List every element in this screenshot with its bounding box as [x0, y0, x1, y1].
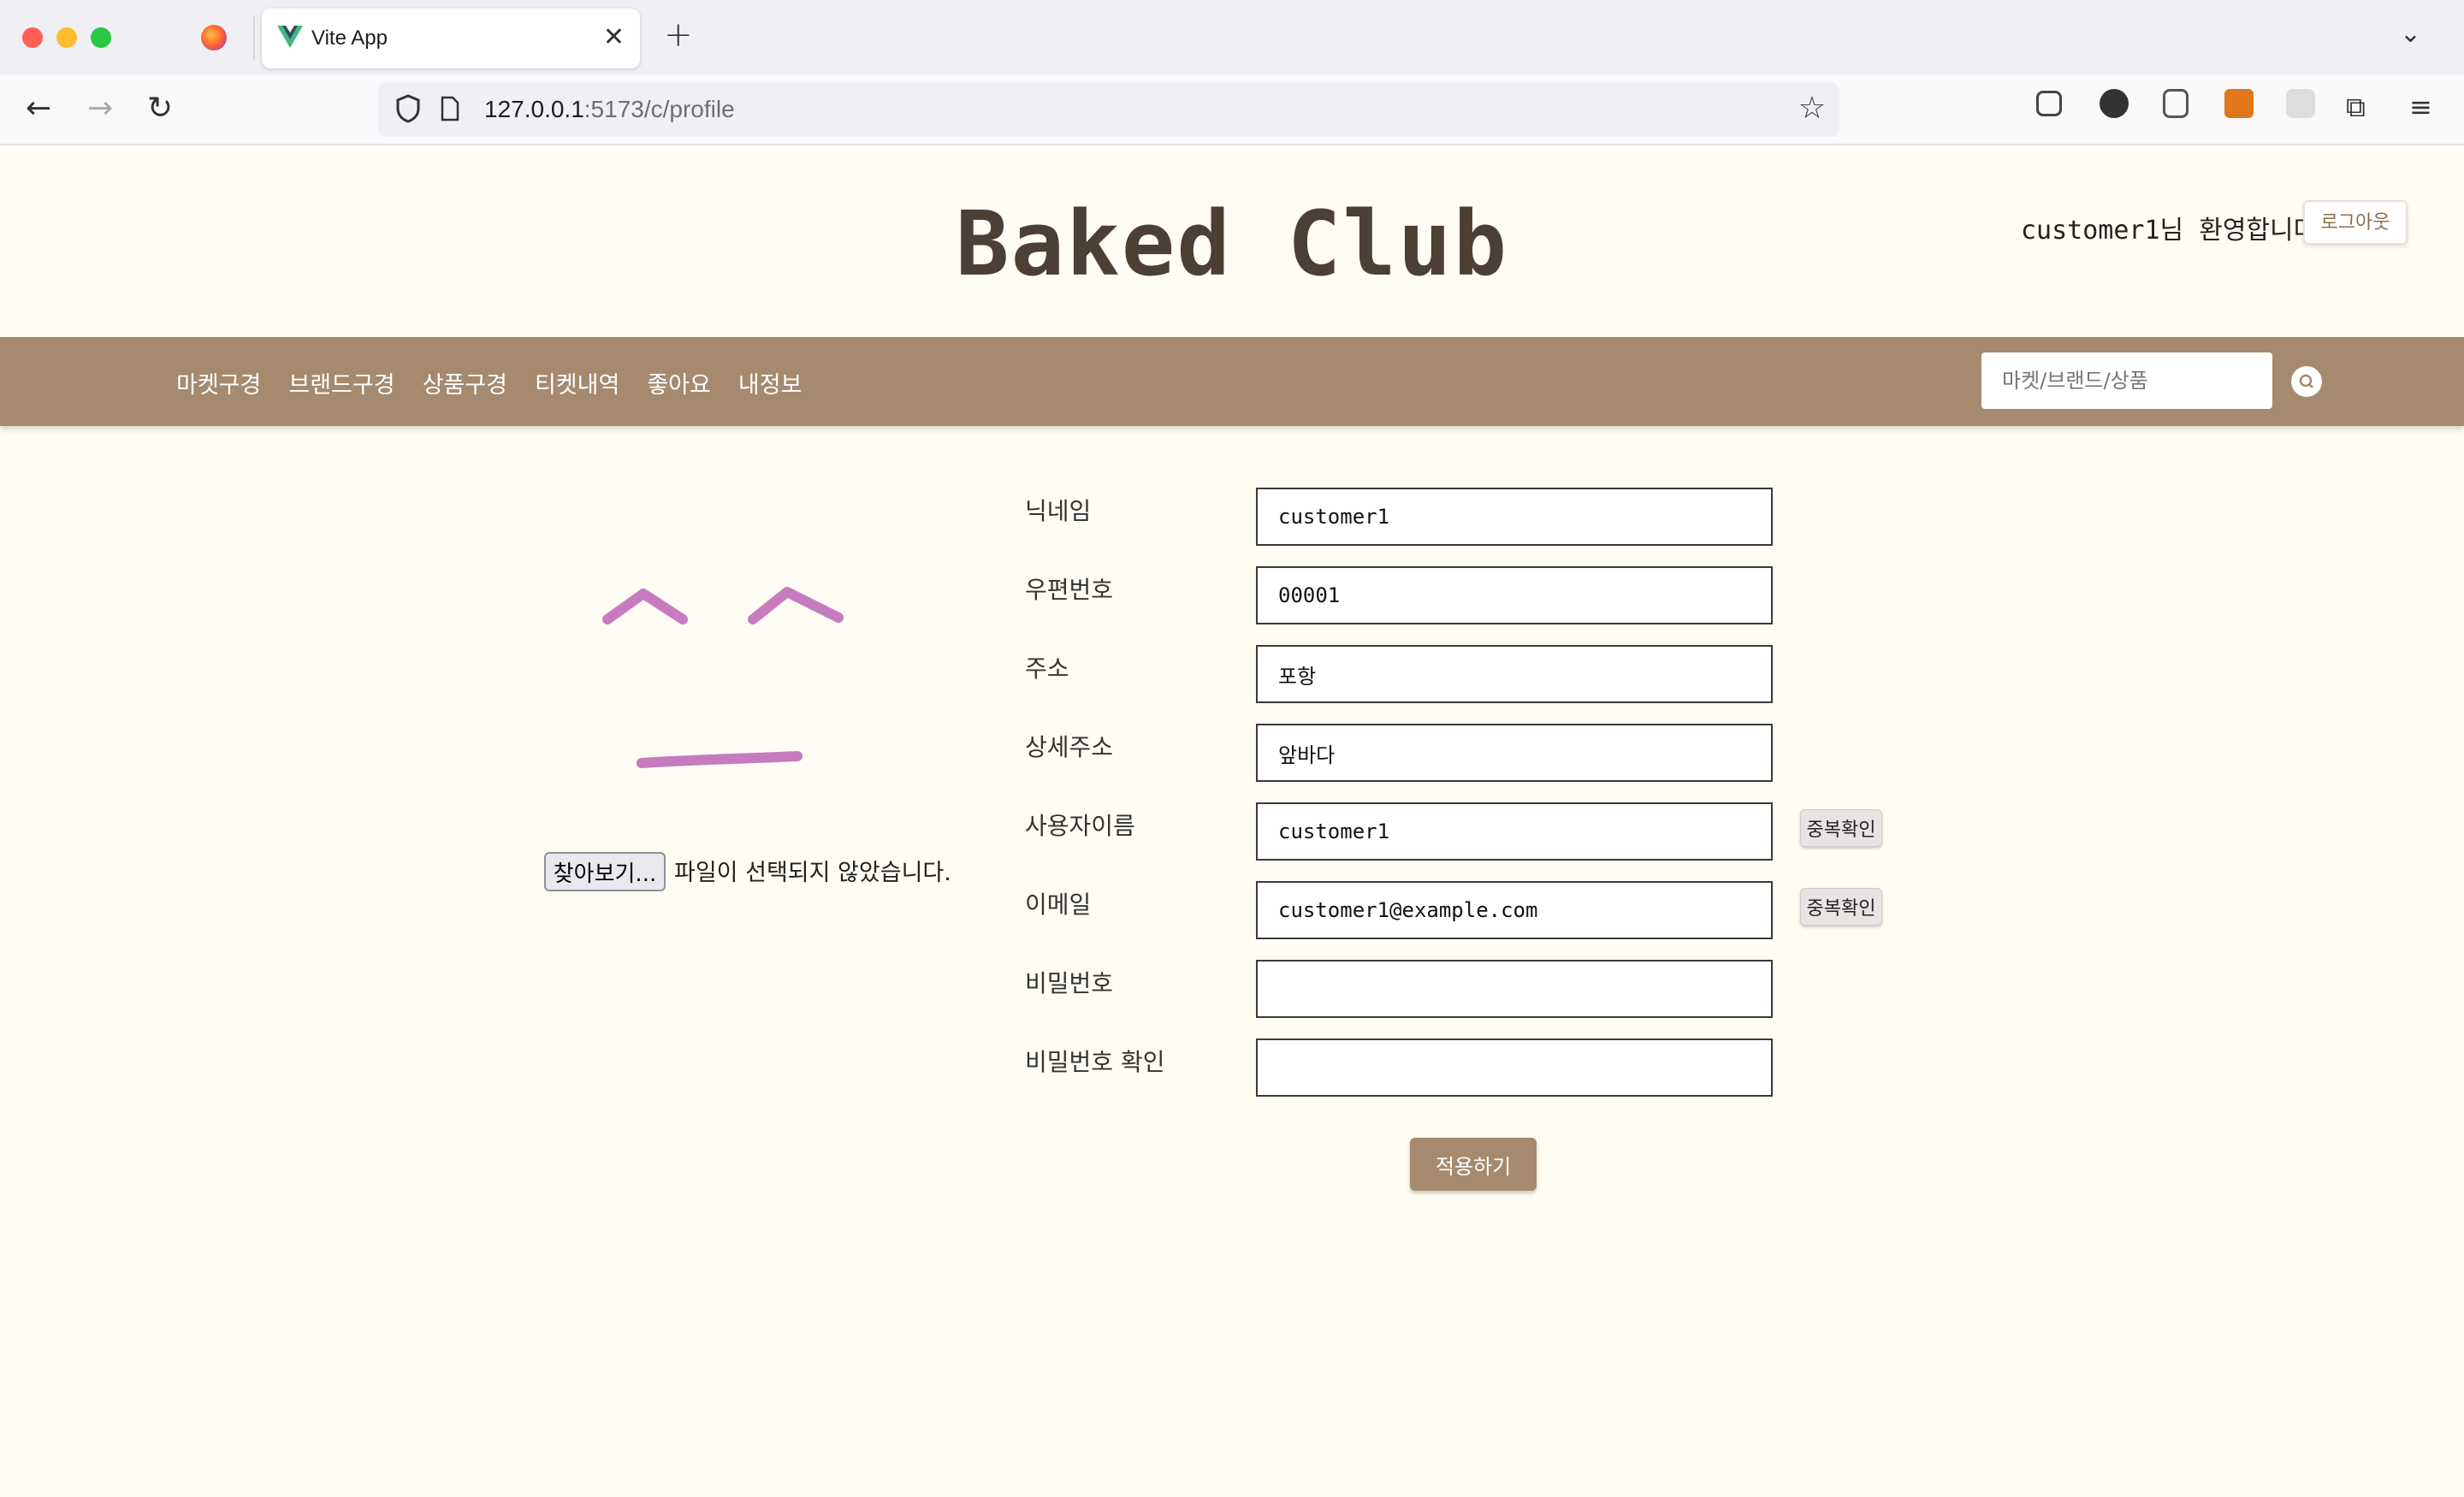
username-dup-check-button[interactable]: 중복확인	[1800, 809, 1882, 847]
logout-button[interactable]: 로그아웃	[2303, 200, 2408, 245]
page-info-icon[interactable]	[440, 96, 460, 121]
detail-address-input[interactable]	[1256, 724, 1773, 782]
window-close-button[interactable]	[22, 27, 43, 48]
file-status-text: 파일이 선택되지 않았습니다.	[674, 860, 951, 886]
address-input[interactable]	[1256, 645, 1773, 703]
search-input[interactable]	[1981, 352, 2272, 409]
window-minimize-button[interactable]	[56, 27, 77, 48]
pocket-icon[interactable]	[2036, 91, 2062, 116]
url-host: 127.0.0.1	[484, 96, 584, 122]
menu-item-my-info[interactable]: 내정보	[738, 366, 803, 399]
nickname-label: 닉네임	[1025, 497, 1092, 525]
search-icon	[2299, 374, 2313, 388]
password-input[interactable]	[1256, 960, 1773, 1018]
extension-grid-icon[interactable]	[2286, 89, 2315, 118]
url-text[interactable]: 127.0.0.1:5173/c/profile	[484, 96, 735, 123]
menu-item-product[interactable]: 상품구경	[423, 366, 507, 399]
detail-address-label: 상세주소	[1025, 733, 1114, 761]
extensions-puzzle-icon[interactable]: ⧉	[2346, 91, 2366, 124]
menu-item-tickets[interactable]: 티켓내역	[535, 366, 619, 399]
back-arrow-icon[interactable]: ←	[26, 91, 51, 126]
forward-arrow-icon[interactable]: →	[87, 91, 113, 126]
email-input[interactable]	[1256, 881, 1773, 939]
url-path: :5173/c/profile	[583, 96, 735, 122]
address-label: 주소	[1025, 654, 1069, 683]
bookmark-star-icon[interactable]: ☆	[1798, 91, 1826, 126]
menu-item-market[interactable]: 마켓구경	[176, 366, 261, 399]
tab-list-chevron-icon[interactable]: ⌄	[2400, 19, 2421, 49]
new-tab-plus-icon[interactable]: +	[664, 15, 693, 55]
search-button[interactable]	[2291, 366, 2322, 397]
password-label: 비밀번호	[1025, 969, 1114, 997]
hamburger-menu-icon[interactable]: ≡	[2409, 91, 2432, 123]
username-input[interactable]	[1256, 802, 1773, 861]
reload-icon[interactable]: ↻	[147, 91, 173, 126]
address-bar[interactable]: 127.0.0.1:5173/c/profile ☆	[378, 82, 1839, 137]
tab-separator	[253, 15, 255, 60]
browser-nav-bar: ← → ↻ 127.0.0.1:5173/c/profile ☆ ⧉ ≡	[0, 75, 2464, 145]
category-nav-bar: 마켓구경 브랜드구경 상품구경 티켓내역 좋아요 내정보	[0, 337, 2464, 426]
grammarly-icon[interactable]	[2100, 89, 2129, 118]
nickname-input[interactable]	[1256, 488, 1773, 546]
tab-close-icon[interactable]: ✕	[603, 22, 625, 52]
menu-item-brand[interactable]: 브랜드구경	[288, 366, 394, 399]
apply-button[interactable]: 적용하기	[1410, 1138, 1537, 1191]
metamask-fox-icon[interactable]	[2224, 89, 2254, 118]
extension-c-icon[interactable]	[2163, 89, 2189, 118]
window-zoom-button[interactable]	[91, 27, 111, 48]
browser-tab-active[interactable]: Vite App ✕	[262, 9, 640, 68]
username-label: 사용자이름	[1025, 812, 1135, 840]
menu-item-likes[interactable]: 좋아요	[647, 366, 711, 399]
firefox-icon[interactable]	[201, 25, 227, 50]
shield-icon[interactable]	[395, 94, 421, 123]
welcome-message: customer1님 환영합니다	[2021, 216, 2318, 246]
email-label: 이메일	[1025, 891, 1092, 919]
password-confirm-input[interactable]	[1256, 1038, 1773, 1097]
tab-title: Vite App	[311, 27, 388, 50]
password-confirm-label: 비밀번호 확인	[1025, 1048, 1165, 1076]
postcode-input[interactable]	[1256, 566, 1773, 624]
postcode-label: 우편번호	[1025, 576, 1114, 604]
browser-tab-bar: Vite App ✕ + ⌄	[0, 0, 2464, 75]
page-content: Baked Club customer1님 환영합니다 로그아웃 마켓구경 브랜…	[0, 147, 2464, 1497]
file-browse-button[interactable]: 찾아보기...	[544, 852, 666, 891]
email-dup-check-button[interactable]: 중복확인	[1800, 888, 1882, 926]
main-menu: 마켓구경 브랜드구경 상품구경 티켓내역 좋아요 내정보	[176, 366, 802, 399]
vue-logo-icon	[277, 26, 303, 48]
profile-avatar-image	[602, 587, 844, 768]
